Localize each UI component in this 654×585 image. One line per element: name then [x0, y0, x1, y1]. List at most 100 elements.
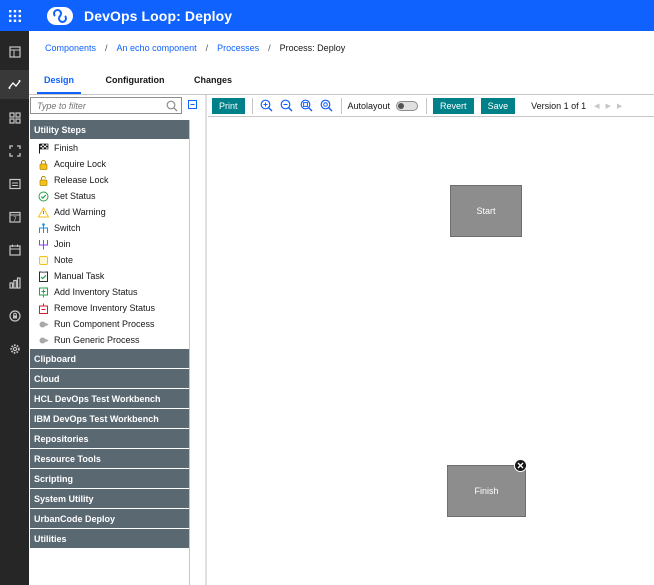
- node-finish[interactable]: Finish: [447, 465, 526, 517]
- components-icon[interactable]: [0, 136, 29, 165]
- breadcrumb-processes[interactable]: Processes: [217, 43, 259, 53]
- tab-design[interactable]: Design: [37, 66, 81, 94]
- palette-step-label: Remove Inventory Status: [54, 303, 156, 313]
- tab-changes[interactable]: Changes: [189, 66, 237, 94]
- tab-bar: Design Configuration Changes: [29, 66, 654, 94]
- calendar-icon[interactable]: 7: [0, 202, 29, 231]
- version-pager[interactable]: ◀▶▶: [594, 102, 628, 110]
- category-clipboard[interactable]: Clipboard: [30, 349, 189, 369]
- category-repositories[interactable]: Repositories: [30, 429, 189, 449]
- version-label: Version 1 of 1: [531, 100, 587, 111]
- app-title: DevOps Loop: Deploy: [84, 7, 233, 24]
- palette-step-label: Finish: [54, 143, 79, 153]
- palette-step-run-generic-process[interactable]: Run Generic Process: [30, 332, 189, 348]
- node-start[interactable]: Start: [450, 185, 522, 237]
- breadcrumb-separator: /: [268, 43, 271, 53]
- palette-step-remove-inventory-status[interactable]: Remove Inventory Status: [30, 300, 189, 316]
- palette-step-label: Release Lock: [54, 175, 109, 185]
- palette-step-label: Add Warning: [54, 207, 106, 217]
- lock-icon: [37, 158, 49, 170]
- checkered-flag-icon: [37, 142, 49, 154]
- palette-step-label: Switch: [54, 223, 81, 233]
- svg-text:7: 7: [13, 216, 17, 223]
- dashboard-icon[interactable]: [0, 37, 29, 66]
- palette-scrollbar[interactable]: [189, 120, 190, 585]
- palette-step-label: Join: [54, 239, 71, 249]
- zoom-out-icon[interactable]: [280, 99, 293, 112]
- reports-icon[interactable]: [0, 268, 29, 297]
- toolbar-separator: [340, 97, 342, 114]
- zoom-fit-icon[interactable]: [300, 99, 313, 112]
- category-resource-tools[interactable]: Resource Tools: [30, 449, 189, 469]
- filter-box: [30, 97, 182, 114]
- breadcrumb-current: Process: Deploy: [279, 43, 346, 53]
- security-icon[interactable]: [0, 301, 29, 330]
- process-canvas[interactable]: Start Finish: [208, 118, 654, 585]
- manual-task-icon: [37, 270, 49, 282]
- category-urbancode-deploy[interactable]: UrbanCode Deploy: [30, 509, 189, 529]
- designer-toolbar: Print Autolayout Revert Save Version 1 o…: [208, 95, 654, 117]
- apps-icon[interactable]: [0, 103, 29, 132]
- check-circle-icon: [37, 190, 49, 202]
- note-icon: [37, 254, 49, 266]
- run-process-icon: [37, 334, 49, 346]
- autolayout-toggle[interactable]: [396, 100, 419, 111]
- category-utility-steps[interactable]: Utility Steps: [30, 120, 189, 140]
- palette-step-label: Note: [54, 255, 74, 265]
- palette-step-manual-task[interactable]: Manual Task: [30, 268, 189, 284]
- switch-icon: [37, 222, 49, 234]
- save-button[interactable]: Save: [480, 97, 516, 114]
- palette-step-label: Manual Task: [54, 271, 105, 281]
- category-utilities[interactable]: Utilities: [30, 529, 189, 549]
- category-hcl-devops-test-workbench[interactable]: HCL DevOps Test Workbench: [30, 389, 189, 409]
- tab-configuration[interactable]: Configuration: [99, 66, 171, 94]
- run-process-icon: [37, 318, 49, 330]
- breadcrumb: Components / An echo component / Process…: [45, 42, 345, 54]
- search-icon[interactable]: [166, 100, 178, 112]
- breadcrumb-separator: /: [105, 43, 108, 53]
- palette-step-add-warning[interactable]: Add Warning: [30, 204, 189, 220]
- palette-step-acquire-lock[interactable]: Acquire Lock: [30, 156, 189, 172]
- join-icon: [37, 238, 49, 250]
- breadcrumb-component[interactable]: An echo component: [117, 43, 197, 53]
- process-designer: Print Autolayout Revert Save Version 1 o…: [208, 95, 654, 585]
- palette-step-release-lock[interactable]: Release Lock: [30, 172, 189, 188]
- filter-input[interactable]: [37, 100, 167, 111]
- toolbar-separator: [251, 97, 253, 114]
- zoom-in-icon[interactable]: [260, 99, 273, 112]
- palette-tree: Utility Steps Finish Acquire Lock Releas…: [30, 120, 189, 585]
- palette-step-label: Run Generic Process: [54, 335, 140, 345]
- breadcrumb-components[interactable]: Components: [45, 43, 96, 53]
- unlock-icon: [37, 174, 49, 186]
- palette-step-label: Set Status: [54, 191, 96, 201]
- category-ibm-devops-test-workbench[interactable]: IBM DevOps Test Workbench: [30, 409, 189, 429]
- app-switcher-icon[interactable]: [0, 0, 29, 31]
- category-scripting[interactable]: Scripting: [30, 469, 189, 489]
- breadcrumb-separator: /: [205, 43, 209, 53]
- side-navigation: 7: [0, 31, 29, 585]
- palette-step-label: Run Component Process: [54, 319, 155, 329]
- category-cloud[interactable]: Cloud: [30, 369, 189, 389]
- palette-step-run-component-process[interactable]: Run Component Process: [30, 316, 189, 332]
- palette-step-join[interactable]: Join: [30, 236, 189, 252]
- schedule-icon[interactable]: [0, 235, 29, 264]
- settings-icon[interactable]: [0, 334, 29, 363]
- document-icon[interactable]: [0, 169, 29, 198]
- remove-node-icon[interactable]: [514, 459, 527, 472]
- collapse-all-icon[interactable]: [188, 100, 197, 109]
- zoom-reset-icon[interactable]: [320, 99, 333, 112]
- palette-step-label: Acquire Lock: [54, 159, 107, 169]
- panel-divider[interactable]: [205, 95, 207, 585]
- palette-step-note[interactable]: Note: [30, 252, 189, 268]
- revert-button[interactable]: Revert: [433, 97, 474, 114]
- palette-step-add-inventory-status[interactable]: Add Inventory Status: [30, 284, 189, 300]
- palette-step-switch[interactable]: Switch: [30, 220, 189, 236]
- palette-step-set-status[interactable]: Set Status: [30, 188, 189, 204]
- print-button[interactable]: Print: [212, 97, 245, 114]
- devops-loop-logo: [46, 6, 74, 26]
- deploy-icon[interactable]: [0, 70, 29, 99]
- step-palette: Utility Steps Finish Acquire Lock Releas…: [29, 95, 203, 585]
- category-system-utility[interactable]: System Utility: [30, 489, 189, 509]
- palette-step-finish[interactable]: Finish: [30, 140, 189, 156]
- app-header: DevOps Loop: Deploy: [0, 0, 654, 31]
